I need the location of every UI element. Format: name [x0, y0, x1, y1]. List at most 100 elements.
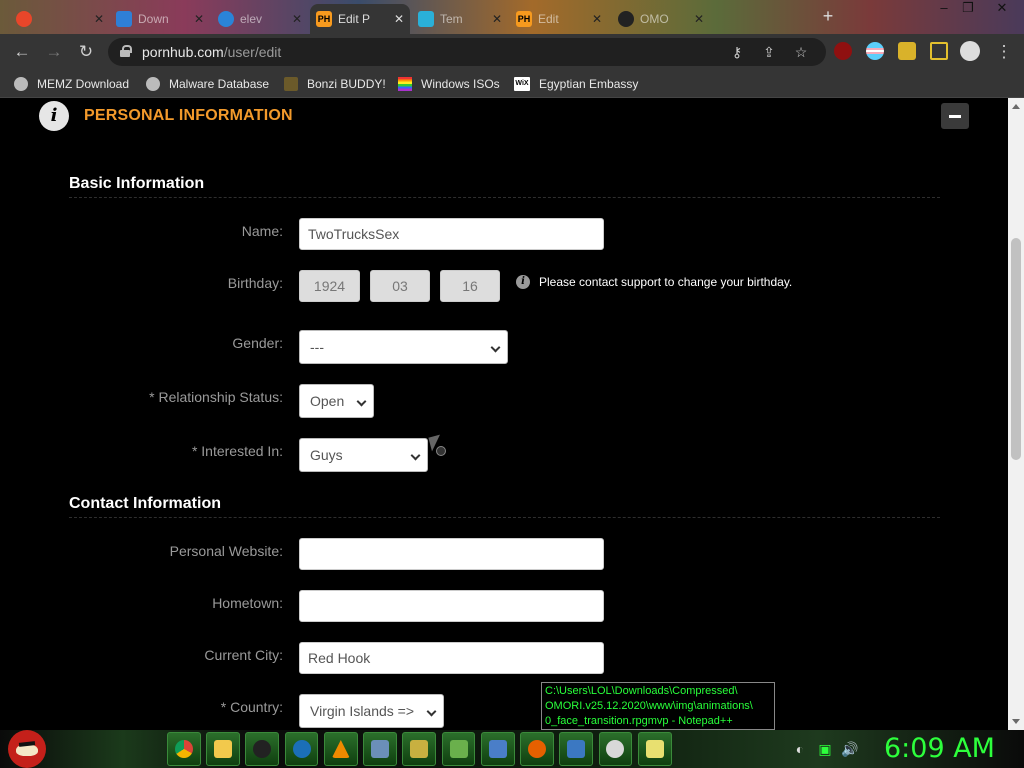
menu-kebab-icon[interactable]: ⋮ [994, 42, 1014, 62]
close-icon[interactable]: ✕ [94, 12, 104, 26]
forward-arrow-icon[interactable]: → [44, 42, 64, 62]
restore-icon[interactable]: ❐ [956, 0, 980, 20]
app-icon[interactable] [363, 732, 397, 766]
bookmark-item[interactable]: Bonzi BUDDY! [284, 75, 386, 93]
new-tab-icon[interactable]: + [816, 6, 840, 26]
sidebar-icon[interactable] [930, 42, 948, 60]
name-input[interactable]: TwoTrucksSex [299, 218, 604, 250]
lock-icon [120, 45, 132, 57]
browser-tab[interactable]: Down ✕ [110, 4, 210, 34]
bookmark-label: MEMZ Download [37, 77, 130, 91]
relationship-selected: Open [310, 393, 345, 409]
globe-icon [146, 77, 160, 91]
info-icon: i [39, 101, 69, 131]
start-button-angry-bird-icon[interactable] [8, 730, 46, 768]
file-explorer-icon[interactable] [206, 732, 240, 766]
personal-website-label: Personal Website: [169, 543, 283, 559]
contact-information-heading: Contact Information [69, 495, 221, 512]
notepad-plus-plus-icon[interactable] [637, 732, 672, 766]
paint-icon[interactable] [598, 732, 633, 766]
close-icon[interactable]: ✕ [194, 12, 204, 26]
tray-icon[interactable]: ◐ [792, 741, 808, 757]
bookmark-item[interactable]: MEMZ Download [14, 75, 129, 93]
close-icon[interactable]: ✕ [694, 12, 704, 26]
gender-label: Gender: [232, 335, 283, 351]
key-icon[interactable]: ⚷ [728, 43, 746, 61]
star-icon[interactable]: ☆ [792, 43, 810, 61]
page-scrollbar[interactable] [1008, 98, 1024, 730]
interested-in-select[interactable]: Guys [299, 438, 428, 472]
app-icon[interactable] [441, 732, 476, 766]
taskbar-clock[interactable]: 6:09 AM [884, 733, 995, 764]
current-city-input[interactable]: Red Hook [299, 642, 604, 674]
taskbar: ◐ ▣ 🔊 6:09 AM [0, 730, 1024, 768]
window-close-icon[interactable]: ✕ [990, 0, 1014, 20]
browser-tab-strip: ✕ Down ✕ elev ✕ PH Edit P ✕ Tem ✕ PH Edi… [0, 0, 1024, 34]
birthday-hint-text: Please contact support to change your bi… [539, 275, 793, 289]
current-city-label: Current City: [204, 647, 283, 663]
spider-icon[interactable] [245, 732, 280, 766]
taskbar-apps [167, 732, 677, 766]
divider [69, 517, 940, 518]
close-icon[interactable]: ✕ [592, 12, 602, 26]
bookmark-item[interactable]: Malware Database [146, 75, 269, 93]
back-arrow-icon[interactable]: ← [12, 42, 32, 62]
browser-tab[interactable]: ✕ [10, 4, 110, 34]
relationship-status-select[interactable]: Open [299, 384, 374, 418]
bonzi-icon [284, 77, 298, 91]
firefox-icon[interactable] [520, 732, 554, 766]
url-text: pornhub.com/user/edit [142, 44, 282, 60]
close-icon[interactable]: ✕ [292, 12, 302, 26]
gender-select[interactable]: --- [299, 330, 508, 364]
globe-icon [14, 77, 28, 91]
reload-icon[interactable]: ↻ [76, 42, 96, 62]
browser-tab[interactable]: OMO ✕ [612, 4, 710, 34]
app-icon[interactable] [402, 732, 437, 766]
minimize-icon[interactable]: – [932, 0, 956, 20]
collapse-button[interactable] [941, 103, 969, 129]
hometown-input[interactable] [299, 590, 604, 622]
birth-year-field: 1924 [299, 270, 360, 302]
chrome-icon[interactable] [167, 732, 201, 766]
browser-tab[interactable]: elev ✕ [212, 4, 308, 34]
bookmarks-bar: MEMZ Download Malware Database Bonzi BUD… [0, 70, 1024, 98]
browser-tab[interactable]: PH Edit ✕ [510, 4, 608, 34]
tab-favicon-icon [418, 11, 434, 27]
pornhub-favicon-icon: PH [316, 11, 332, 27]
country-select[interactable]: Virgin Islands => [299, 694, 444, 728]
tab-title: OMO [640, 12, 669, 26]
pornhub-favicon-icon: PH [516, 11, 532, 27]
tab-title: elev [240, 12, 263, 26]
profile-avatar-icon[interactable] [960, 41, 980, 61]
browser-tab-active[interactable]: PH Edit P ✕ [310, 4, 410, 34]
share-icon[interactable]: ⇪ [760, 43, 778, 61]
browser-tab[interactable]: Tem ✕ [412, 4, 508, 34]
bookmark-label: Malware Database [169, 77, 270, 91]
gender-selected: --- [310, 339, 324, 355]
address-bar[interactable]: pornhub.com/user/edit ⚷ ⇪ ☆ [108, 38, 826, 66]
tab-favicon-icon [618, 11, 634, 27]
tooltip-line: C:\Users\LOL\Downloads\Compressed\ [545, 685, 738, 697]
chevron-down-icon [426, 706, 437, 717]
edge-icon[interactable] [284, 732, 319, 766]
ublock-extension-icon[interactable] [834, 42, 852, 60]
scroll-down-icon[interactable] [1012, 719, 1020, 724]
app-icon[interactable] [480, 732, 515, 766]
personal-website-input[interactable] [299, 538, 604, 570]
volume-icon[interactable]: 🔊 [841, 741, 858, 757]
close-icon[interactable]: ✕ [492, 12, 502, 26]
tooltip-line: 0_face_transition.rpgmvp - Notepad++ [545, 715, 733, 727]
relationship-status-label: * Relationship Status: [149, 389, 283, 405]
birthday-hint: i Please contact support to change your … [516, 275, 792, 289]
network-icon[interactable]: ▣ [817, 741, 833, 757]
scroll-up-icon[interactable] [1012, 104, 1020, 109]
app-icon[interactable] [559, 732, 594, 766]
flag-extension-icon[interactable] [866, 42, 884, 60]
bookmark-item[interactable]: WiX Egyptian Embassy [514, 75, 638, 93]
bookmark-item[interactable]: Windows ISOs [398, 75, 500, 93]
close-icon[interactable]: ✕ [394, 12, 404, 26]
extensions-puzzle-icon[interactable] [898, 42, 916, 60]
vlc-icon[interactable] [323, 732, 358, 766]
scroll-thumb[interactable] [1011, 238, 1021, 460]
chevron-down-icon [490, 342, 501, 353]
